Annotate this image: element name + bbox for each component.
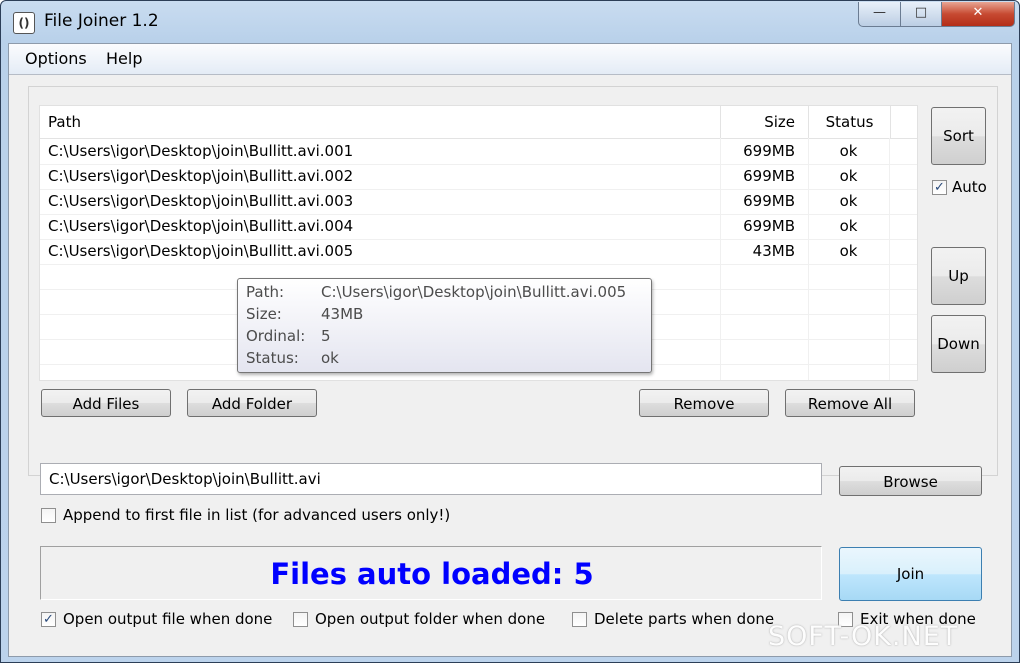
row-status: ok bbox=[839, 192, 858, 210]
row-status: ok bbox=[839, 217, 858, 235]
down-button[interactable]: Down bbox=[931, 315, 986, 373]
output-path-input[interactable]: C:\Users\igor\Desktop\join\Bullitt.avi bbox=[40, 463, 822, 495]
auto-checkbox[interactable]: ✓ bbox=[932, 180, 947, 195]
open-output-folder-label: Open output folder when done bbox=[315, 610, 546, 628]
row-path: C:\Users\igor\Desktop\join\Bullitt.avi.0… bbox=[48, 167, 354, 185]
row-path: C:\Users\igor\Desktop\join\Bullitt.avi.0… bbox=[48, 142, 354, 160]
row-status: ok bbox=[839, 242, 858, 260]
row-path: C:\Users\igor\Desktop\join\Bullitt.avi.0… bbox=[48, 242, 354, 260]
client-area: Options Help Path Size Status C:\Users\i… bbox=[8, 43, 1012, 657]
close-button[interactable]: ✕ bbox=[941, 2, 1015, 27]
remove-button[interactable]: Remove bbox=[639, 389, 769, 417]
menu-options[interactable]: Options bbox=[19, 49, 93, 68]
tooltip-size-value: 43MB bbox=[321, 305, 364, 323]
maximize-button[interactable]: □ bbox=[900, 2, 942, 27]
up-button[interactable]: Up bbox=[931, 247, 986, 305]
open-output-file-checkbox[interactable]: ✓ bbox=[41, 612, 56, 627]
tooltip-size-label: Size: bbox=[246, 305, 282, 323]
status-message: Files auto loaded: 5 bbox=[270, 557, 594, 591]
append-checkbox[interactable] bbox=[41, 508, 56, 523]
status-panel: Files auto loaded: 5 bbox=[40, 546, 822, 600]
browse-button[interactable]: Browse bbox=[839, 466, 982, 496]
window-title: File Joiner 1.2 bbox=[44, 11, 159, 31]
open-output-folder-checkbox[interactable] bbox=[293, 612, 308, 627]
row-path: C:\Users\igor\Desktop\join\Bullitt.avi.0… bbox=[48, 192, 354, 210]
tooltip-path-label: Path: bbox=[246, 283, 285, 301]
title-bar[interactable]: () File Joiner 1.2 — □ ✕ bbox=[1, 1, 1019, 43]
delete-parts-label: Delete parts when done bbox=[594, 610, 775, 628]
list-header: Path Size Status bbox=[40, 106, 917, 139]
row-status: ok bbox=[839, 167, 858, 185]
file-tooltip: Path: C:\Users\igor\Desktop\join\Bullitt… bbox=[237, 278, 652, 373]
table-row[interactable]: C:\Users\igor\Desktop\join\Bullitt.avi.0… bbox=[40, 139, 917, 165]
delete-parts-checkbox[interactable] bbox=[572, 612, 587, 627]
table-row[interactable]: C:\Users\igor\Desktop\join\Bullitt.avi.0… bbox=[40, 239, 917, 265]
row-status: ok bbox=[839, 142, 858, 160]
row-size: 699MB bbox=[743, 167, 795, 185]
sort-button[interactable]: Sort bbox=[931, 107, 986, 165]
row-size: 699MB bbox=[743, 142, 795, 160]
open-output-file-label: Open output file when done bbox=[63, 610, 273, 628]
table-row[interactable]: C:\Users\igor\Desktop\join\Bullitt.avi.0… bbox=[40, 164, 917, 190]
watermark: SOFT-OK.NET bbox=[768, 621, 959, 652]
append-checkbox-label: Append to first file in list (for advanc… bbox=[63, 506, 451, 524]
column-header-size[interactable]: Size bbox=[720, 106, 803, 138]
table-row[interactable]: C:\Users\igor\Desktop\join\Bullitt.avi.0… bbox=[40, 214, 917, 240]
minimize-button[interactable]: — bbox=[858, 2, 901, 27]
tooltip-status-value: ok bbox=[321, 349, 339, 367]
add-files-button[interactable]: Add Files bbox=[41, 389, 171, 417]
app-icon[interactable]: () bbox=[13, 12, 35, 34]
row-path: C:\Users\igor\Desktop\join\Bullitt.avi.0… bbox=[48, 217, 354, 235]
add-folder-button[interactable]: Add Folder bbox=[187, 389, 317, 417]
app-window: () File Joiner 1.2 — □ ✕ Options Help Pa… bbox=[0, 0, 1020, 663]
join-button[interactable]: Join bbox=[839, 547, 982, 601]
row-size: 699MB bbox=[743, 192, 795, 210]
column-header-path[interactable]: Path bbox=[48, 106, 718, 138]
tooltip-path-value: C:\Users\igor\Desktop\join\Bullitt.avi.0… bbox=[321, 283, 627, 301]
menu-help[interactable]: Help bbox=[100, 49, 148, 68]
table-row[interactable]: C:\Users\igor\Desktop\join\Bullitt.avi.0… bbox=[40, 189, 917, 215]
tooltip-ordinal-label: Ordinal: bbox=[246, 327, 306, 345]
auto-checkbox-label: Auto bbox=[952, 178, 987, 196]
column-header-status[interactable]: Status bbox=[808, 106, 891, 138]
row-size: 699MB bbox=[743, 217, 795, 235]
tooltip-status-label: Status: bbox=[246, 349, 299, 367]
tooltip-ordinal-value: 5 bbox=[321, 327, 331, 345]
remove-all-button[interactable]: Remove All bbox=[785, 389, 915, 417]
menu-bar: Options Help bbox=[9, 44, 1011, 75]
row-size: 43MB bbox=[752, 242, 795, 260]
